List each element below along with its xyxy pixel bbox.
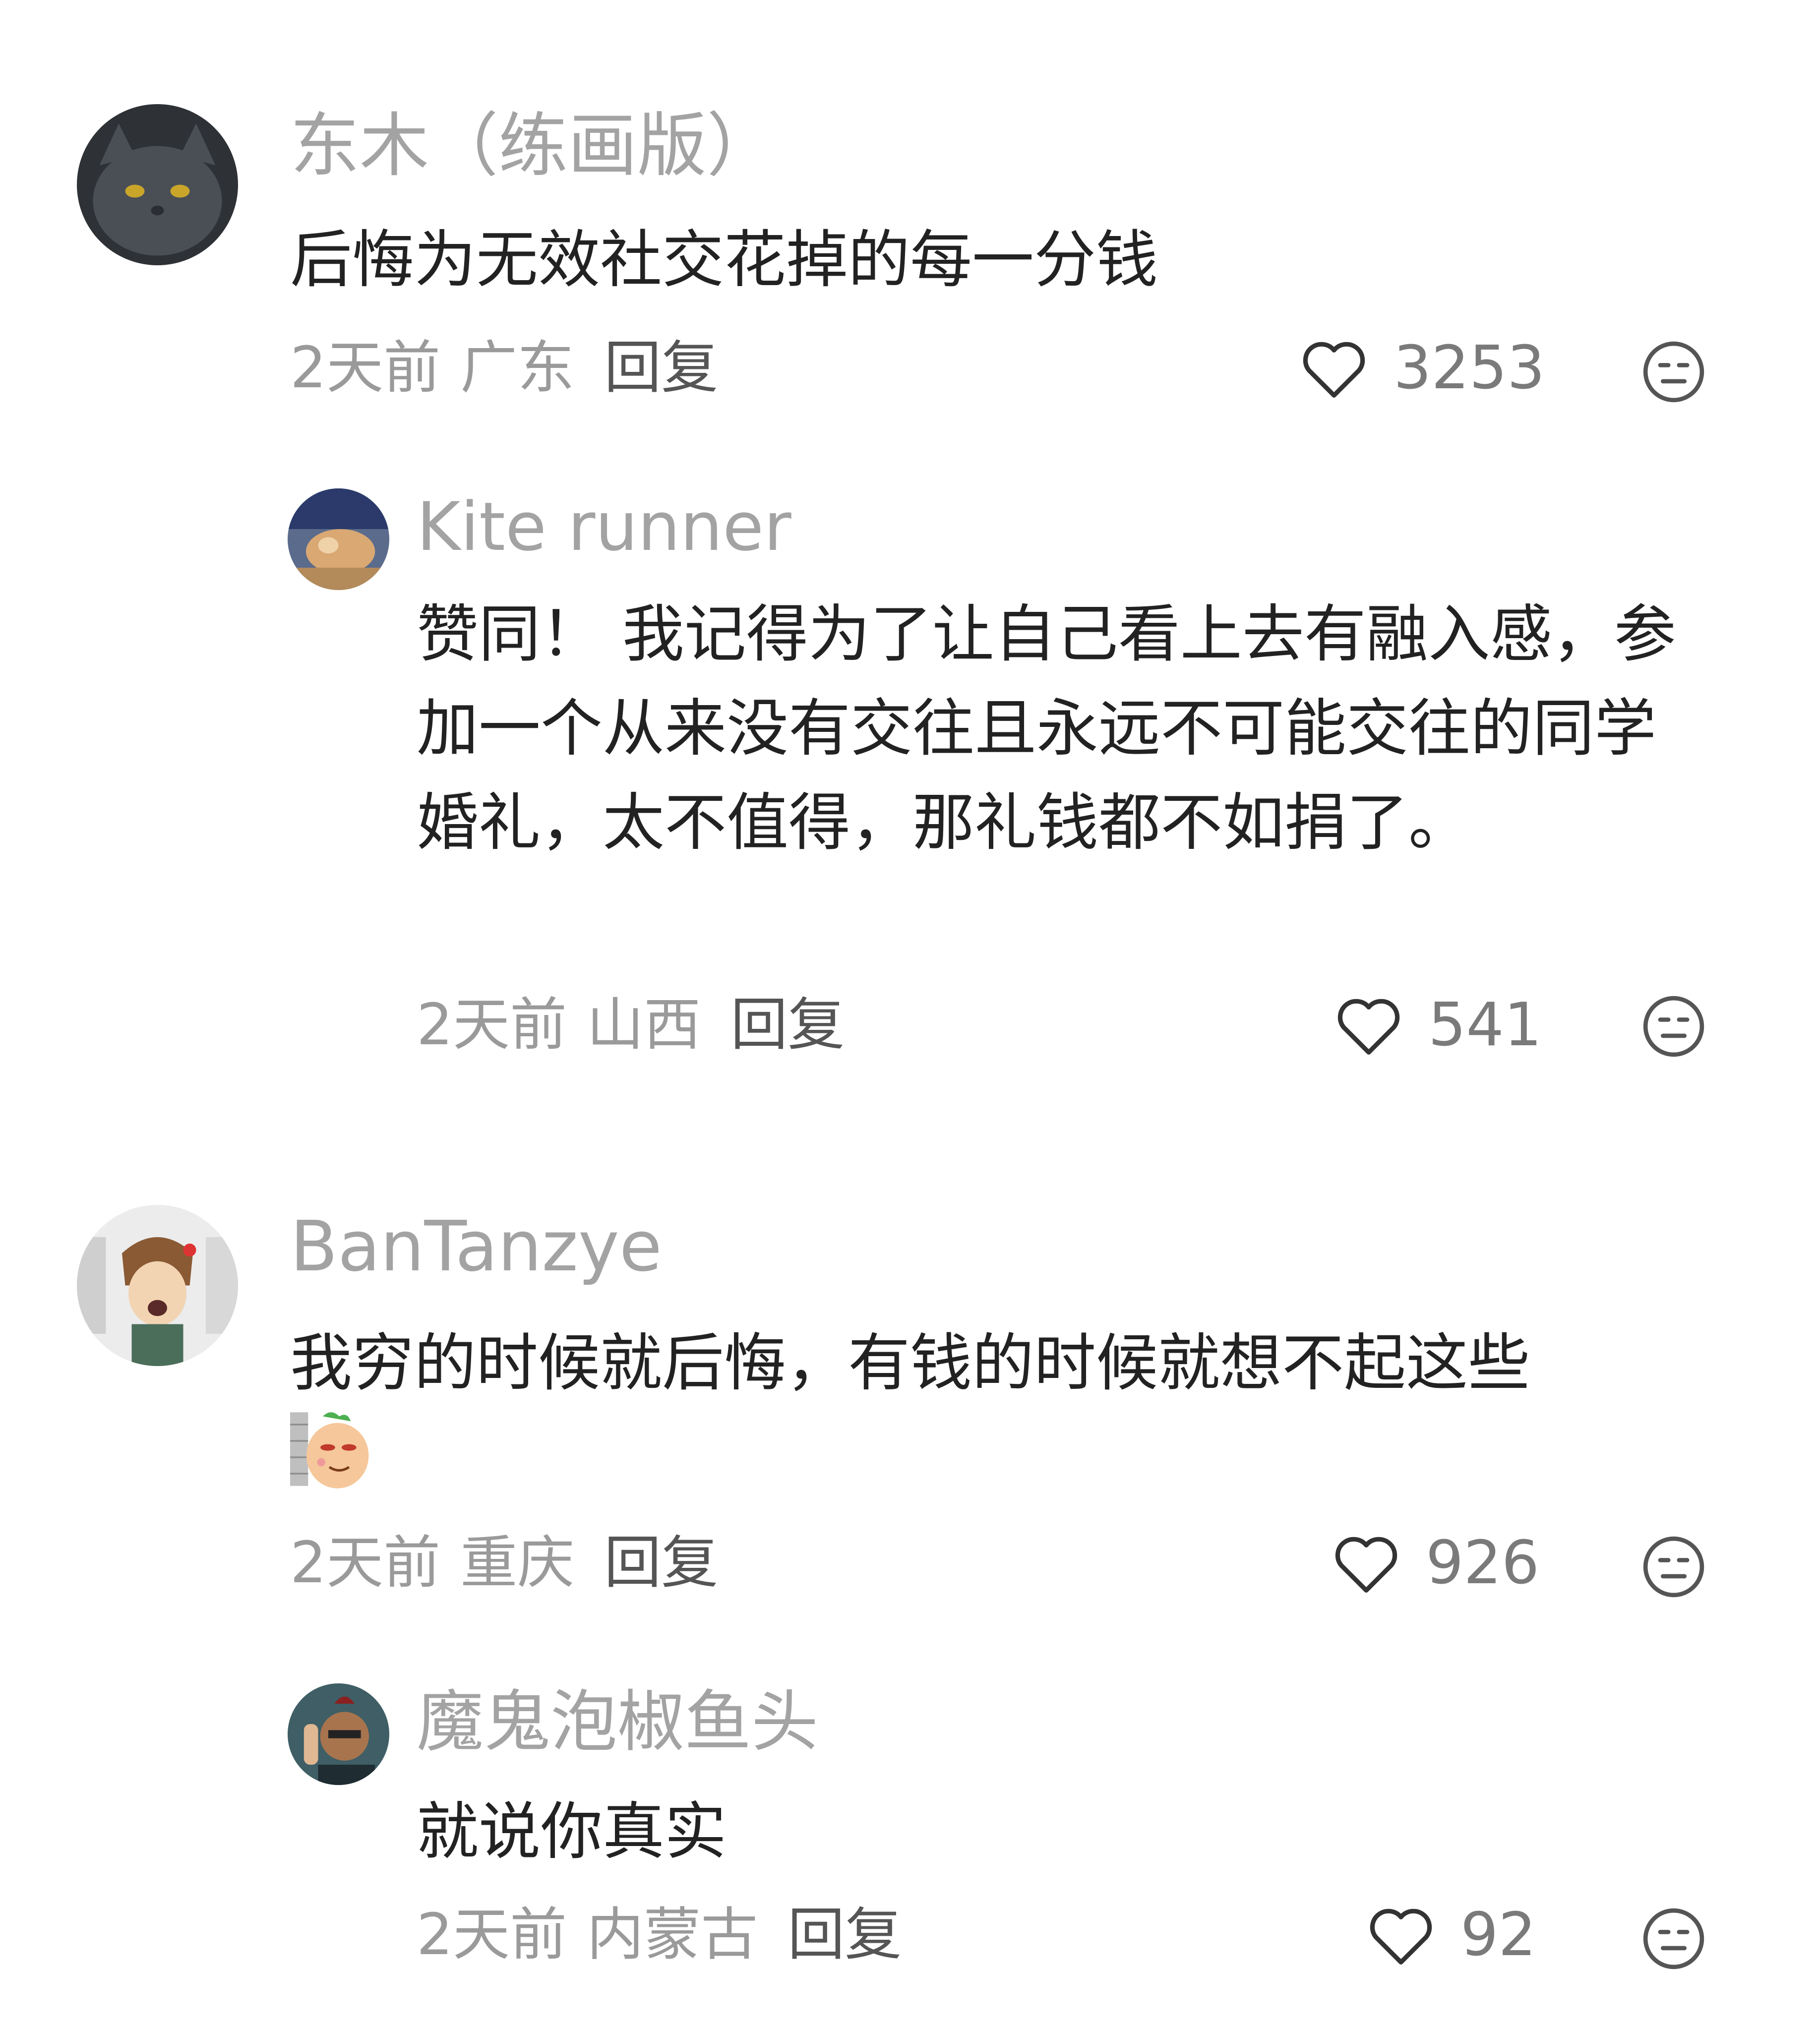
comment-text: 后悔为无效社交花掉的每一分钱 xyxy=(290,224,1158,296)
like-button[interactable]: 3253 xyxy=(1299,337,1545,400)
neutral-face-icon xyxy=(1643,996,1704,1057)
like-count: 926 xyxy=(1426,1529,1540,1598)
timestamp: 2天前 xyxy=(290,1530,441,1596)
avatar[interactable] xyxy=(77,1205,238,1366)
neutral-face-icon xyxy=(1643,341,1704,403)
reply-button[interactable]: 回复 xyxy=(604,340,718,397)
comment-meta: 2天前 山西 回复 xyxy=(417,997,845,1054)
like-button[interactable]: 541 xyxy=(1334,994,1542,1057)
location: 重庆 xyxy=(460,1530,575,1596)
neutral-face-icon xyxy=(1643,1908,1704,1969)
reply-button[interactable]: 回复 xyxy=(788,1907,902,1964)
username[interactable]: BanTanzye xyxy=(290,1212,662,1282)
like-button[interactable]: 92 xyxy=(1366,1904,1536,1967)
emoji-reaction-button[interactable] xyxy=(1641,1907,1706,1971)
timestamp: 2天前 xyxy=(417,1902,567,1968)
reply-button[interactable]: 回复 xyxy=(604,1535,718,1592)
timestamp: 2天前 xyxy=(290,335,441,401)
location: 山西 xyxy=(587,992,701,1058)
heart-outline-icon xyxy=(1370,1908,1432,1965)
heart-outline-icon xyxy=(1335,1537,1397,1593)
heart-outline-icon xyxy=(1303,342,1365,398)
like-count: 541 xyxy=(1428,991,1542,1060)
neutral-face-icon xyxy=(1643,1536,1704,1598)
emoji-reaction-button[interactable] xyxy=(1641,1535,1706,1599)
comment-meta: 2天前 内蒙古 回复 xyxy=(417,1907,902,1964)
comment-meta: 2天前 广东 回复 xyxy=(290,340,718,397)
username[interactable]: Kite runner xyxy=(417,493,791,560)
like-button[interactable]: 926 xyxy=(1332,1532,1539,1595)
timestamp: 2天前 xyxy=(417,992,567,1058)
comment-text: 赞同！ 我记得为了让自己看上去有融入感，参加一个从来没有交往且永远不可能交往的同… xyxy=(417,598,1676,859)
location: 内蒙古 xyxy=(587,1902,758,1968)
emoji-reaction-button[interactable] xyxy=(1641,340,1706,404)
emoji-reaction-button[interactable] xyxy=(1641,994,1706,1059)
comment-text: 我穷的时候就后悔，有钱的时候就想不起这些 xyxy=(290,1327,1530,1399)
like-count: 3253 xyxy=(1394,334,1545,403)
reply-button[interactable]: 回复 xyxy=(730,997,845,1054)
avatar[interactable] xyxy=(288,1683,389,1785)
avatar[interactable] xyxy=(77,104,238,265)
username[interactable]: 东木（练画版） xyxy=(290,112,776,181)
comment-text: 就说你真实 xyxy=(417,1796,727,1868)
like-count: 92 xyxy=(1460,1901,1536,1969)
heart-outline-icon xyxy=(1337,999,1400,1055)
avatar[interactable] xyxy=(288,488,389,590)
comment-meta: 2天前 重庆 回复 xyxy=(290,1535,718,1592)
sticker-image xyxy=(290,1408,372,1490)
username[interactable]: 魔鬼泡椒鱼头 xyxy=(417,1688,818,1755)
location: 广东 xyxy=(460,335,575,401)
